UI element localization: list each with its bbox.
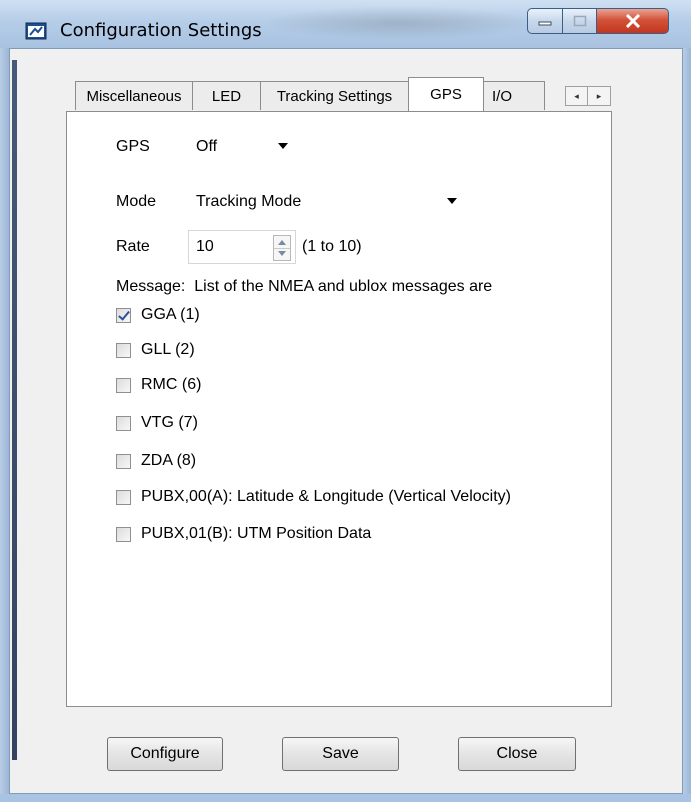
left-accent-bar (12, 60, 17, 760)
checkbox-label: ZDA (8) (141, 452, 197, 469)
mode-dropdown[interactable]: Tracking Mode (188, 185, 467, 219)
maximize-button[interactable] (563, 8, 597, 34)
message-checkbox-rmc[interactable]: RMC (6) (116, 376, 201, 394)
configure-button[interactable]: Configure (107, 737, 223, 771)
tab-led[interactable]: LED (192, 81, 261, 110)
mode-dropdown-value: Tracking Mode (196, 193, 302, 210)
checkbox-label: PUBX,01(B): UTM Position Data (141, 525, 372, 542)
checkbox-unchecked-icon[interactable] (116, 526, 131, 542)
checkbox-unchecked-icon[interactable] (116, 453, 131, 469)
tab-scroll-right-button[interactable]: ▸ (588, 86, 611, 106)
spin-divider (274, 248, 290, 249)
checkbox-label: PUBX,00(A): Latitude & Longitude (Vertic… (141, 488, 511, 505)
spin-up-icon[interactable] (278, 240, 286, 245)
message-label: Message: List of the NMEA and ublox mess… (116, 278, 493, 295)
rate-value: 10 (196, 238, 214, 255)
window-title: Configuration Settings (60, 20, 262, 41)
gps-label: GPS (116, 138, 150, 155)
message-checkbox-zda[interactable]: ZDA (8) (116, 452, 196, 470)
spin-down-icon[interactable] (278, 251, 286, 256)
window-bottom-border (0, 794, 691, 802)
app-window-icon (25, 22, 47, 40)
maximize-icon (563, 9, 596, 33)
close-window-button[interactable] (597, 8, 669, 34)
chevron-down-icon (447, 198, 457, 204)
checkbox-label: GLL (2) (141, 341, 195, 358)
checkbox-label: VTG (7) (141, 414, 198, 431)
tab-tracking-settings[interactable]: Tracking Settings (260, 81, 409, 110)
window-right-border (683, 48, 691, 802)
message-checkbox-gga[interactable]: GGA (1) (116, 306, 200, 324)
window-left-border (0, 48, 9, 802)
minimize-button[interactable] (527, 8, 563, 34)
rate-spinbox[interactable]: 10 (188, 230, 296, 264)
save-button[interactable]: Save (282, 737, 399, 771)
message-checkbox-gll[interactable]: GLL (2) (116, 341, 195, 359)
message-checkbox-pubx00[interactable]: PUBX,00(A): Latitude & Longitude (Vertic… (116, 488, 511, 506)
tab-miscellaneous[interactable]: Miscellaneous (75, 81, 193, 110)
checkbox-unchecked-icon[interactable] (116, 489, 131, 505)
mode-label: Mode (116, 193, 157, 210)
tab-scroll-buttons: ◂ ▸ (565, 86, 613, 106)
checkbox-label: RMC (6) (141, 376, 202, 393)
rate-spin-buttons[interactable] (273, 235, 291, 261)
checkbox-unchecked-icon[interactable] (116, 342, 131, 358)
message-checkbox-vtg[interactable]: VTG (7) (116, 414, 198, 432)
checkbox-unchecked-icon[interactable] (116, 377, 131, 393)
minimize-icon (528, 9, 562, 33)
caption-buttons (527, 8, 669, 34)
title-bar-glare (260, 6, 540, 40)
rate-hint: (1 to 10) (302, 238, 362, 255)
tab-gps[interactable]: GPS (408, 77, 484, 111)
gps-dropdown[interactable]: Off (188, 130, 298, 164)
chevron-down-icon (278, 143, 288, 149)
close-button[interactable]: Close (458, 737, 576, 771)
rate-label: Rate (116, 238, 150, 255)
checkbox-unchecked-icon[interactable] (116, 415, 131, 431)
checkbox-label: GGA (1) (141, 306, 200, 323)
configuration-window: Configuration Settings Miscellaneous LED… (0, 0, 691, 802)
tab-io[interactable]: I/O (483, 81, 545, 110)
checkbox-checked-icon[interactable] (116, 307, 131, 323)
close-icon (597, 9, 668, 33)
message-checkbox-pubx01[interactable]: PUBX,01(B): UTM Position Data (116, 525, 371, 543)
title-bar[interactable]: Configuration Settings (0, 0, 691, 48)
tab-scroll-left-button[interactable]: ◂ (565, 86, 588, 106)
gps-dropdown-value: Off (196, 138, 218, 155)
